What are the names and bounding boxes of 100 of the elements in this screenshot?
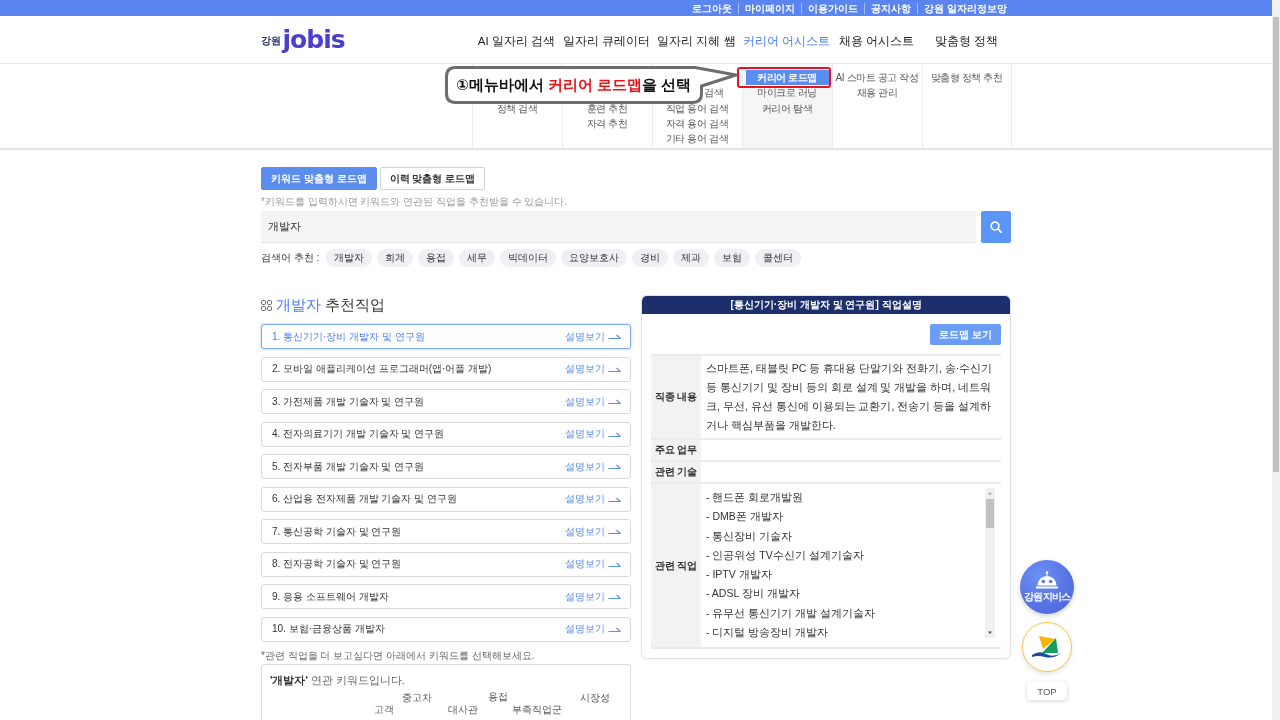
job-item[interactable]: 4. 전자의료기기 개발 기술자 및 연구원 설명보기 — [261, 421, 631, 447]
arrow-icon — [608, 463, 621, 470]
job-item[interactable]: 10. 보험·금융상품 개발자 설명보기 — [261, 616, 631, 642]
nav-tab[interactable]: 맞춤형 정책 — [934, 34, 999, 49]
arrow-icon — [608, 625, 621, 633]
related-job: - DMB폰 개발자 — [706, 509, 783, 525]
cloud-keyword[interactable]: 중고차 — [402, 691, 432, 704]
job-title: 8. 전자공학 기술자 및 연구원 — [272, 557, 402, 571]
menu-item[interactable]: 검색 — [702, 85, 742, 101]
job-title: 5. 전자부품 개발 기술자 및 연구원 — [272, 459, 425, 474]
top-button[interactable]: TOP — [1027, 682, 1067, 700]
hint-text: *관련 직업을 더 보고싶다면 아래에서 키워드를 선택해보세요. — [261, 648, 535, 663]
keyword-intro: '개발자' 연관 키워드입니다. — [270, 672, 405, 687]
job-item[interactable]: 2. 모바일 애플리케이션 프로그래머(앱·어플 개발) 설명보기 — [261, 356, 631, 382]
keyword-chip[interactable]: 경비 — [632, 249, 669, 267]
job-item[interactable]: 7. 통신공학 기술자 및 연구원 설명보기 — [261, 519, 631, 544]
keyword-chip[interactable]: 회계 — [377, 249, 414, 267]
arrow-icon — [608, 528, 621, 535]
nav-tab[interactable]: 일자리 큐레이터 — [562, 34, 651, 49]
roadmap-tab[interactable]: 이력 맞춤형 로드맵 — [379, 167, 486, 190]
assistant-button[interactable]: 강원 지비스 — [1020, 560, 1074, 614]
job-item[interactable]: 3. 가전제품 개발 기술자 및 연구원 설명보기 — [261, 389, 631, 414]
related-job: - 디지털 방송장비 개발자 — [706, 625, 829, 641]
job-item[interactable]: 9. 응용 소프트웨어 개발자 설명보기 — [261, 584, 631, 609]
arrow-icon — [608, 398, 621, 405]
utility-link[interactable]: 강원 일자리정보망 — [917, 2, 1011, 14]
job-title: 1. 통신기기·장비 개발자 및 연구원 — [272, 329, 425, 344]
keyword-chip[interactable]: 세무 — [459, 249, 496, 267]
related-job: - IPTV 개발자 — [706, 567, 772, 583]
keyword-chip[interactable]: 빅데이터 — [500, 249, 557, 267]
nav-tab[interactable]: 채용 어시스트 — [838, 34, 915, 49]
row-label: 관련 직업 — [651, 484, 701, 648]
job-title: 7. 통신공학 기술자 및 연구원 — [272, 524, 402, 539]
menu-item[interactable]: 맞춤형 정책 추천 — [928, 70, 1005, 86]
keyword-chip[interactable]: 용접 — [418, 249, 455, 267]
job-item[interactable]: 8. 전자공학 기술자 및 연구원 설명보기 — [261, 551, 631, 577]
emblem-button[interactable] — [1022, 622, 1072, 672]
related-job: - 통신장비 기술자 — [706, 528, 793, 544]
caret-up-icon[interactable] — [988, 492, 992, 495]
callout-text: ①메뉴바에서 커리어 로드맵을 선택 — [455, 75, 692, 95]
menu-item[interactable]: 자격 추천 — [584, 115, 630, 132]
hint-text: *키워드를 입력하시면 키워드와 연관된 직업을 추천받을 수 있습니다. — [261, 195, 568, 209]
job-item[interactable]: 5. 전자부품 개발 기술자 및 연구원 설명보기 — [261, 454, 631, 479]
section-title: 개발자 추천직업 — [276, 295, 386, 315]
search-icon — [990, 221, 1002, 233]
robot-icon — [1035, 570, 1059, 589]
cloud-keyword[interactable]: 대사관 — [448, 703, 478, 716]
nav-tab[interactable]: AI 일자리 검색 — [477, 34, 556, 49]
utility-link[interactable]: 로그아웃 — [686, 2, 739, 14]
job-item[interactable]: 1. 통신기기·장비 개발자 및 연구원 설명보기 — [261, 324, 631, 349]
row-label: 직종 내용 — [651, 356, 701, 438]
job-item[interactable]: 6. 산업용 전자제품 개발 기술자 및 연구원 설명보기 — [261, 486, 631, 512]
keyword-chip[interactable]: 제과 — [673, 249, 710, 267]
menu-item[interactable]: AI 스마트 공고 작성 — [833, 70, 921, 86]
arrow-icon — [608, 430, 621, 438]
search-button[interactable] — [981, 211, 1011, 243]
related-job: - 유무선 통신기기 개발 설계기술자 — [706, 605, 876, 621]
menu-item[interactable]: 채용 관리 — [854, 85, 900, 101]
panel-header: [통신기기·장비 개발자 및 연구원] 직업설명 — [642, 296, 1010, 314]
menu-item[interactable]: 훈련 추천 — [584, 100, 630, 116]
job-title: 2. 모바일 애플리케이션 프로그래머(앱·어플 개발) — [272, 362, 492, 376]
list-scrollbar[interactable] — [985, 488, 995, 638]
menu-item[interactable]: 커리어 탐색 — [759, 100, 815, 116]
menu-item[interactable]: 자격 용어 검색 — [663, 115, 731, 132]
row-label: 주요 업무 — [651, 440, 701, 460]
arrow-icon — [608, 333, 621, 340]
utility-link[interactable]: 공지사항 — [864, 2, 918, 14]
description-text: 스마트폰, 태블릿 PC 등 휴대용 단말기와 전화기, 송·수신기 등 통신기기 및 장비 등의 회로 설계 및 개발을 하며, 네트워크, 무선, 유선 통신에 이용되는 교환기, 전송기 등을 설계하거나 핵심부품을 개발한다. — [705, 361, 994, 433]
cloud-keyword[interactable]: 고객 — [374, 703, 394, 716]
keyword-chip[interactable]: 개발자 — [326, 249, 373, 267]
job-title: 4. 전자의료기기 개발 기술자 및 연구원 — [272, 427, 445, 441]
cloud-keyword[interactable]: 시장성 — [580, 691, 610, 704]
job-title: 10. 보험·금융상품 개발자 — [272, 622, 385, 636]
related-job: - 핸드폰 회로개발원 — [706, 490, 804, 505]
job-title: 6. 산업용 전자제품 개발 기술자 및 연구원 — [272, 492, 457, 506]
search-field[interactable]: 개발자 — [261, 211, 976, 243]
cloud-keyword[interactable]: 용접 — [488, 690, 508, 703]
menu-item[interactable]: 기타 용어 검색 — [663, 131, 731, 147]
suggestion-label: 검색어 추천 : — [261, 251, 320, 265]
job-title: 9. 응용 소프트웨어 개발자 — [272, 589, 389, 604]
job-title: 3. 가전제품 개발 기술자 및 연구원 — [272, 394, 425, 409]
scrollbar-thumb[interactable] — [1273, 17, 1279, 472]
menu-item[interactable]: 직업 용어 검색 — [663, 100, 731, 116]
caret-down-icon[interactable] — [988, 631, 992, 634]
nav-tab[interactable]: 일자리 지혜 쌤 — [657, 34, 736, 49]
keyword-chip[interactable]: 보험 — [714, 249, 751, 267]
grid-icon — [261, 299, 272, 311]
nav-tab[interactable]: 커리어 어시스트 — [742, 34, 831, 49]
page-scrollbar[interactable] — [1272, 0, 1280, 720]
arrow-icon — [608, 495, 621, 503]
related-job: - ADSL 장비 개발자 — [706, 586, 800, 602]
cloud-keyword[interactable]: 부족직업군 — [512, 703, 562, 716]
row-label: 관련 기술 — [651, 462, 701, 482]
scrollbar-thumb[interactable] — [986, 499, 994, 528]
utility-link[interactable]: 이용가이드 — [801, 2, 865, 14]
keyword-chip[interactable]: 콜센터 — [755, 249, 802, 267]
keyword-chip[interactable]: 요양보호사 — [561, 249, 628, 267]
menu-item[interactable]: 정책 검색 — [494, 100, 540, 116]
utility-link[interactable]: 마이페이지 — [738, 2, 802, 14]
menu-item[interactable]: 마이크로 러닝 — [755, 85, 819, 101]
